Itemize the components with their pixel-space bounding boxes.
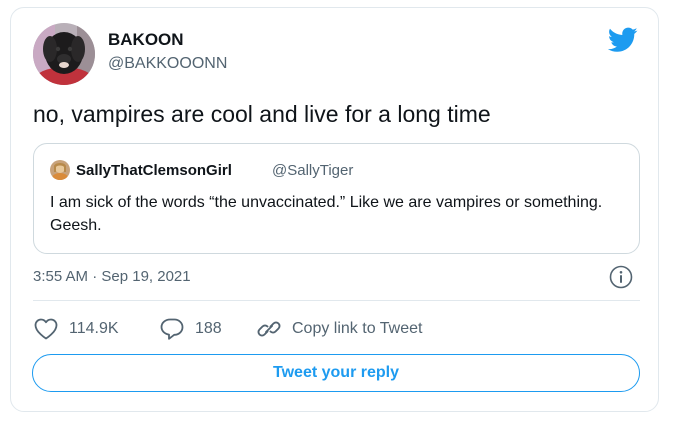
author-name[interactable]: BAKOON (108, 30, 184, 50)
quoted-author-handle: @SallyTiger (272, 162, 354, 179)
tweet-card: BAKOON @BAKKOOONN no, vampires are cool … (10, 7, 659, 412)
author-avatar[interactable] (33, 23, 95, 85)
author-handle[interactable]: @BAKKOOONN (108, 55, 227, 73)
dog-avatar-image (33, 23, 95, 85)
quoted-author-name: SallyThatClemsonGirl (76, 162, 232, 179)
info-icon[interactable] (609, 265, 633, 289)
quoted-tweet-text: I am sick of the words “the unvaccinated… (50, 194, 603, 234)
divider (33, 300, 640, 301)
heart-icon (34, 318, 58, 340)
quoted-tweet[interactable]: SallyThatClemsonGirl @SallyTiger I am si… (33, 143, 640, 254)
like-button[interactable]: 114.9K (33, 315, 119, 343)
reply-button[interactable]: 188 (159, 315, 222, 343)
twitter-bird-icon[interactable] (607, 27, 638, 53)
copy-link-button[interactable]: Copy link to Tweet (256, 315, 422, 343)
copy-link-label: Copy link to Tweet (292, 320, 423, 337)
quoted-author-avatar (50, 160, 70, 180)
tweet-your-reply-button[interactable]: Tweet your reply (32, 354, 640, 392)
reply-icon (160, 318, 184, 340)
tweet-text: no, vampires are cool and live for a lon… (33, 101, 491, 127)
like-count: 114.9K (69, 320, 119, 337)
link-icon (257, 321, 281, 337)
tweet-timestamp[interactable]: 3:55 AM · Sep 19, 2021 (33, 268, 191, 285)
reply-count: 188 (195, 320, 222, 337)
